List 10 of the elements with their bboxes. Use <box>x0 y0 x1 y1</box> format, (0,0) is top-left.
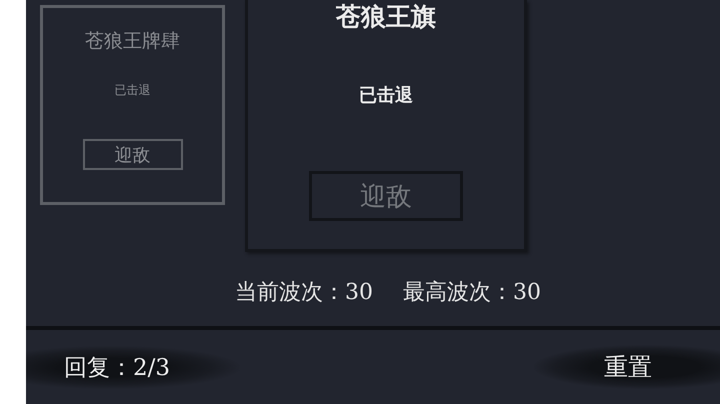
card-title: 苍狼王牌肆 <box>85 29 180 54</box>
engage-button[interactable]: 迎敌 <box>82 139 182 170</box>
level-card[interactable]: 苍狼王牌肆 已击退 迎敌 <box>40 5 225 205</box>
status-text: 已击退 <box>359 84 413 107</box>
card-title: 苍狼王旗 <box>336 1 436 33</box>
level-card[interactable]: 苍狼王旗 已击退 迎敌 <box>245 0 527 252</box>
best-wave-text: 最高波次：30 <box>403 279 541 307</box>
engage-button[interactable]: 迎敌 <box>309 171 463 221</box>
status-text: 已击退 <box>114 82 150 99</box>
current-wave-text: 当前波次：30 <box>235 279 373 307</box>
